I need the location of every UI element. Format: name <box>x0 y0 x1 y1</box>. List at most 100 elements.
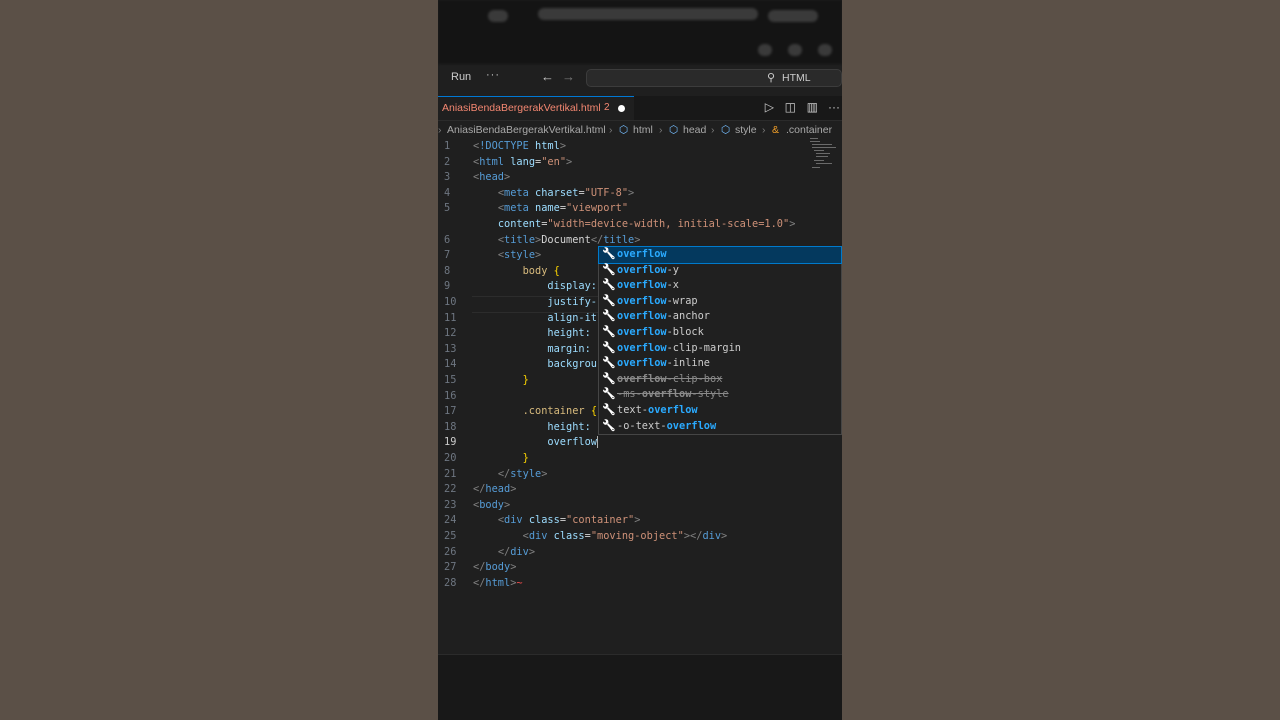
line-number: 16 <box>444 389 457 402</box>
line-number: 23 <box>444 498 457 511</box>
line-number: 9 <box>444 280 451 293</box>
unsaved-dot-icon[interactable] <box>618 105 625 112</box>
code-line[interactable]: content="width=device-width, initial-sca… <box>438 218 842 234</box>
wrench-icon: 🔧 <box>602 262 616 276</box>
suggestion-label: overflow-inline <box>617 357 711 370</box>
wrench-icon: 🔧 <box>602 371 616 385</box>
suggestion-label: overflow-clip-box <box>617 372 723 385</box>
chevron-right-icon: › <box>711 124 715 136</box>
suggestion-item[interactable]: 🔧 overflow-clip-margin <box>599 341 841 357</box>
code-line[interactable]: 5 <meta name="viewport" <box>438 202 842 218</box>
head-element-icon: ⬡ <box>669 124 679 136</box>
wrench-icon: 🔧 <box>602 403 616 416</box>
suggestion-item[interactable]: 🔧 overflow-x <box>599 278 841 294</box>
code-text: </div> <box>497 545 536 558</box>
suggestion-item[interactable]: 🔧 overflow-clip-box <box>599 372 841 388</box>
line-number: 11 <box>444 311 457 324</box>
code-line[interactable]: 4 <meta charset="UTF-8"> <box>438 187 842 203</box>
breadcrumb-style[interactable]: style <box>735 124 757 136</box>
more-menu[interactable]: ··· <box>486 69 500 81</box>
chevron-right-icon: › <box>762 124 766 136</box>
suggestion-widget[interactable]: 🔧 overflow 🔧 overflow-y 🔧 overflow-x 🔧 overflow… <box>598 246 842 435</box>
chevron-right-icon: › <box>659 124 663 136</box>
code-line[interactable]: 28 </html>~ <box>438 577 842 593</box>
breadcrumb-selector[interactable]: .container <box>786 124 832 136</box>
breadcrumb: › AniasiBendaBergerakVertikal.html › ⬡ h… <box>438 123 842 139</box>
line-number: 14 <box>444 358 457 371</box>
run-menu[interactable]: Run <box>451 71 471 83</box>
code-line[interactable]: 26 </div> <box>438 546 842 562</box>
wrench-icon: 🔧 <box>602 387 616 401</box>
arrow-left-icon[interactable]: ← <box>541 69 554 84</box>
code-text: </html>~ <box>473 576 523 589</box>
command-search-box[interactable]: ⚲ HTML <box>586 69 842 87</box>
line-number: 27 <box>444 561 457 574</box>
code-text: overflow <box>547 436 599 449</box>
wrench-icon: 🔧 <box>602 309 616 323</box>
problem-count-badge: 2 <box>604 102 610 113</box>
code-line[interactable]: 3 <head> <box>438 171 842 187</box>
vscode-window: Run ··· ← → ⚲ HTML AniasiBendaBergerakVe… <box>438 0 842 720</box>
code-line[interactable]: 27 </body> <box>438 561 842 577</box>
bottom-panel <box>438 654 842 720</box>
code-text: } <box>522 374 529 386</box>
line-number: 1 <box>444 140 451 152</box>
suggestion-item[interactable]: 🔧 overflow-y <box>599 263 841 279</box>
more-actions-icon[interactable]: ··· <box>828 100 840 114</box>
line-number: 18 <box>444 420 457 433</box>
wrench-icon: 🔧 <box>602 356 616 370</box>
line-number: 3 <box>444 171 451 184</box>
code-text: <div class="container"> <box>497 514 641 527</box>
suggestion-item[interactable]: 🔧 text-overflow <box>599 403 841 419</box>
code-line[interactable]: 21 </style> <box>438 468 842 484</box>
code-text: display: <box>547 280 598 293</box>
editor-tab-bar: AniasiBendaBergerakVertikal.html 2 ▷ ◫ ▥… <box>438 96 842 121</box>
line-number: 13 <box>444 342 457 355</box>
code-text: <body> <box>473 498 511 511</box>
line-number: 26 <box>444 545 457 558</box>
suggestion-label: -ms-overflow-style <box>617 388 729 401</box>
code-text: </style> <box>497 467 548 480</box>
code-text: height: <box>547 420 591 433</box>
code-line[interactable]: 24 <div class="container"> <box>438 514 842 530</box>
code-text: </body> <box>473 561 517 574</box>
breadcrumb-head[interactable]: head <box>683 124 706 136</box>
suggestion-item[interactable]: 🔧 overflow-block <box>599 325 841 341</box>
suggestion-item[interactable]: 🔧 overflow-wrap <box>599 294 841 310</box>
line-number: 17 <box>444 405 457 418</box>
arrow-right-icon[interactable]: → <box>562 69 575 84</box>
suggestion-item[interactable]: 🔧 -o-text-overflow <box>599 419 841 435</box>
search-text: HTML <box>782 72 811 84</box>
code-text: <title>Document</title> <box>497 233 641 246</box>
line-number: 25 <box>444 530 457 542</box>
code-text: content="width=device-width, initial-sca… <box>497 218 796 230</box>
suggestion-item[interactable]: 🔧 overflow-inline <box>599 356 841 372</box>
html-element-icon: ⬡ <box>619 124 629 136</box>
breadcrumb-html[interactable]: html <box>633 124 653 136</box>
code-line[interactable]: 22 </head> <box>438 483 842 499</box>
code-text: <meta charset="UTF-8"> <box>497 186 635 199</box>
tab-active-file[interactable]: AniasiBendaBergerakVertikal.html 2 <box>438 96 634 120</box>
suggestion-item[interactable]: 🔧 overflow <box>598 246 842 264</box>
line-number: 19 <box>444 436 457 449</box>
line-number: 5 <box>444 202 451 215</box>
code-text: justify- <box>547 296 598 308</box>
suggestion-item[interactable]: 🔧 -ms-overflow-style <box>599 387 841 403</box>
open-changes-icon[interactable]: ◫ <box>785 100 796 114</box>
suggestion-label: overflow-block <box>617 326 704 338</box>
code-text: margin: <box>547 342 591 355</box>
code-line[interactable]: 1 <!DOCTYPE html> <box>438 140 842 156</box>
run-play-icon[interactable]: ▷ <box>765 100 774 114</box>
line-number: 10 <box>444 296 457 308</box>
split-editor-icon[interactable]: ▥ <box>807 100 818 114</box>
code-line[interactable]: 25 <div class="moving-object"></div> <box>438 530 842 546</box>
code-text: <!DOCTYPE html> <box>473 140 567 152</box>
code-line[interactable]: 20 } <box>438 452 842 468</box>
suggestion-item[interactable]: 🔧 overflow-anchor <box>599 309 841 325</box>
line-number: 15 <box>444 374 457 386</box>
code-line[interactable]: 19 overflow <box>438 436 842 452</box>
breadcrumb-file[interactable]: AniasiBendaBergerakVertikal.html <box>447 124 606 136</box>
code-line[interactable]: 23 <body> <box>438 499 842 515</box>
code-line[interactable]: 2 <html lang="en"> <box>438 156 842 172</box>
wrench-icon: 🔧 <box>602 293 616 307</box>
